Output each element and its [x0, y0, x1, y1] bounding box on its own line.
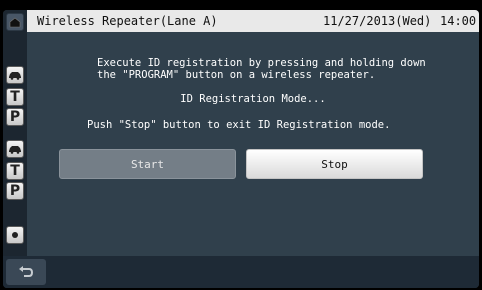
- home-icon: [9, 17, 21, 27]
- start-button-label: Start: [130, 157, 165, 171]
- car-icon: [9, 71, 21, 80]
- sidebar: T P T P: [3, 10, 27, 256]
- time-display: 14:00: [440, 14, 477, 28]
- letter-p-icon: P: [9, 183, 21, 199]
- sidebar-lane-a-car-button[interactable]: [6, 66, 24, 84]
- letter-t-icon: T: [10, 163, 20, 179]
- sidebar-lane-a-p-button[interactable]: P: [6, 108, 24, 126]
- back-arrow-icon: [19, 266, 34, 277]
- sidebar-lane-b-car-button[interactable]: [6, 140, 24, 158]
- car-icon: [9, 145, 21, 154]
- sidebar-dot-button[interactable]: [6, 226, 24, 244]
- footer-bar: [3, 256, 479, 288]
- sidebar-lane-b-t-button[interactable]: T: [6, 162, 24, 180]
- screen: T P T P Wireless Repeater(Lane A) 11/27/…: [3, 10, 479, 288]
- date-display: 11/27/2013(Wed): [323, 14, 432, 28]
- exit-hint-text: Push "Stop" button to exit ID Registrati…: [87, 119, 391, 131]
- letter-t-icon: T: [10, 89, 20, 105]
- sidebar-home-button[interactable]: [6, 13, 24, 31]
- device-frame: T P T P Wireless Repeater(Lane A) 11/27/…: [0, 0, 482, 290]
- main-content: Execute ID registration by pressing and …: [27, 32, 479, 256]
- stop-button[interactable]: Stop: [246, 149, 423, 179]
- sidebar-lane-a-t-button[interactable]: T: [6, 88, 24, 106]
- page-title: Wireless Repeater(Lane A): [37, 14, 218, 28]
- dot-icon: [12, 232, 18, 238]
- instruction-line-1: Execute ID registration by pressing and …: [97, 57, 426, 69]
- mode-status-text: ID Registration Mode...: [180, 93, 326, 105]
- instruction-line-2: the "PROGRAM" button on a wireless repea…: [97, 69, 376, 81]
- sidebar-lane-b-p-button[interactable]: P: [6, 182, 24, 200]
- header-bar: Wireless Repeater(Lane A) 11/27/2013(Wed…: [27, 10, 479, 32]
- back-button[interactable]: [6, 259, 46, 285]
- start-button[interactable]: Start: [59, 149, 236, 179]
- instruction-text: Execute ID registration by pressing and …: [97, 57, 426, 81]
- stop-button-label: Stop: [321, 157, 348, 171]
- letter-p-icon: P: [9, 109, 21, 125]
